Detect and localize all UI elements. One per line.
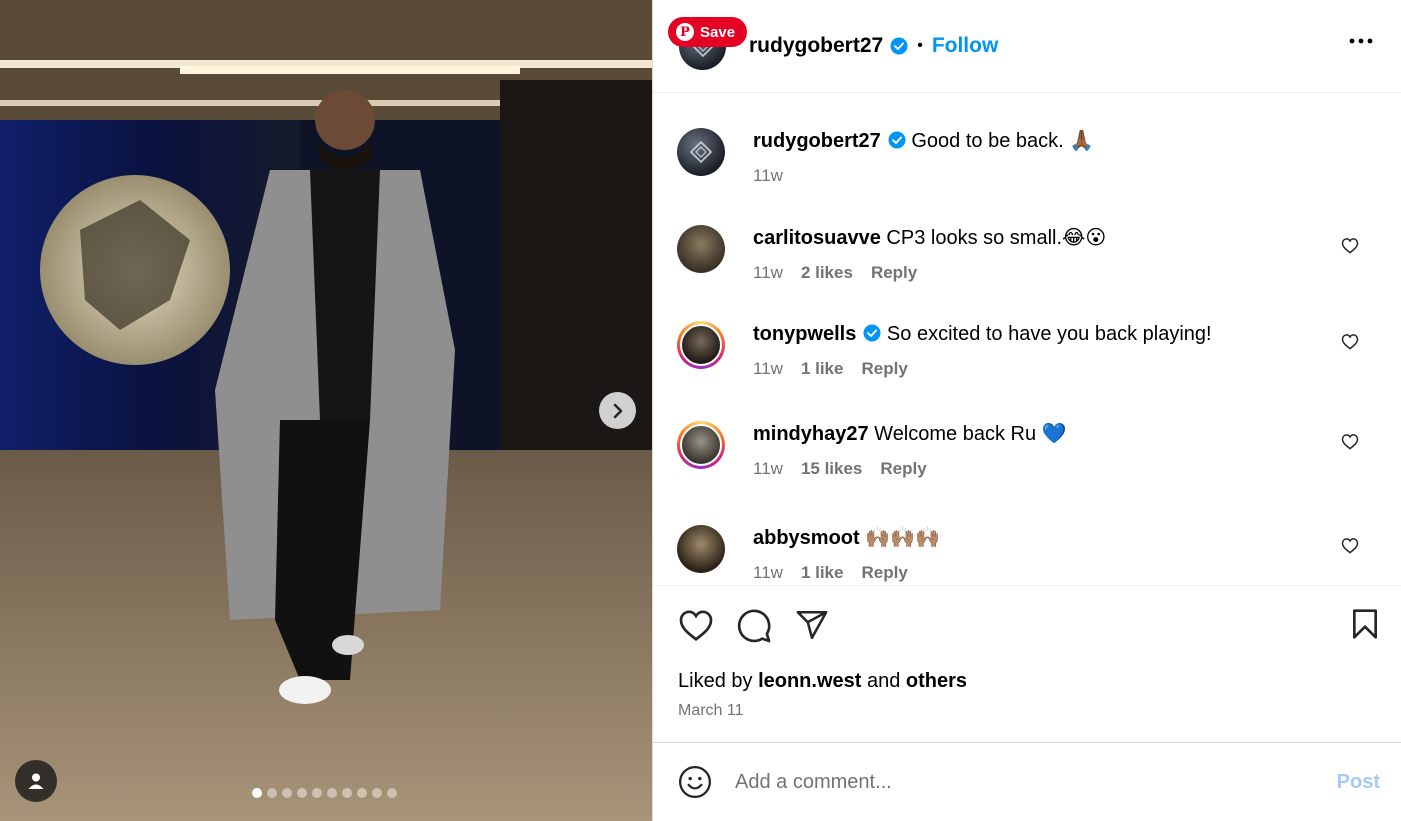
- user-icon: [28, 773, 44, 789]
- carousel-indicator: [252, 788, 397, 798]
- pinterest-icon: P: [676, 23, 694, 41]
- comments-list[interactable]: rudygobert27 Good to be back. 🙏🏾 11w car…: [653, 93, 1401, 585]
- reply-button[interactable]: Reply: [871, 263, 917, 283]
- comment-text: Welcome back Ru 💙: [874, 423, 1067, 445]
- comment-item: carlitosuavve CP3 looks so small.😂😮 11w …: [677, 225, 1377, 283]
- comment-likes[interactable]: 1 like: [801, 563, 844, 583]
- comment-likes[interactable]: 1 like: [801, 359, 844, 379]
- carousel-dot: [267, 788, 277, 798]
- carousel-dot: [342, 788, 352, 798]
- separator-dot: •: [917, 37, 923, 54]
- pinterest-save-button[interactable]: P Save: [668, 17, 748, 47]
- comment-likes[interactable]: 2 likes: [801, 263, 853, 283]
- comment-username[interactable]: abbysmoot: [753, 527, 860, 549]
- caption-text: Good to be back. 🙏🏾: [911, 130, 1095, 152]
- carousel-dot: [357, 788, 367, 798]
- comment-item: abbysmoot 🙌🏽🙌🏽🙌🏽 11w 1 like Reply: [677, 525, 1377, 583]
- chevron-right-icon: [613, 403, 622, 418]
- reply-button[interactable]: Reply: [861, 359, 907, 379]
- commenter-avatar[interactable]: [677, 421, 725, 469]
- comment-text: CP3 looks so small.😂😮: [886, 227, 1107, 249]
- comment-username[interactable]: tonypwells: [753, 323, 856, 345]
- heart-icon[interactable]: [1341, 537, 1359, 554]
- comment-input[interactable]: Add a comment...: [735, 771, 1337, 794]
- commenter-avatar[interactable]: [677, 321, 725, 369]
- carousel-dot: [252, 788, 262, 798]
- post-comment-button[interactable]: Post: [1337, 771, 1380, 794]
- verified-icon: [890, 37, 908, 55]
- heart-icon[interactable]: [1341, 237, 1359, 254]
- carousel-dot: [387, 788, 397, 798]
- author-username[interactable]: rudygobert27: [749, 34, 883, 58]
- heart-icon[interactable]: [678, 608, 714, 642]
- commenter-avatar[interactable]: [677, 225, 725, 273]
- instagram-post-modal: P Save rudygobert27 • Follow rudygobert2…: [0, 0, 1401, 821]
- caption: rudygobert27 Good to be back. 🙏🏾 11w: [677, 128, 1377, 186]
- bookmark-icon[interactable]: [1350, 608, 1380, 640]
- carousel-next-button[interactable]: [599, 392, 636, 429]
- comment-time: 11w: [753, 563, 783, 582]
- post-actions: Liked by leonn.west and others March 11: [653, 585, 1401, 742]
- liked-by: Liked by leonn.west and others: [678, 670, 967, 693]
- liked-by-and: and: [866, 670, 901, 692]
- carousel-dot: [282, 788, 292, 798]
- liked-by-others[interactable]: others: [906, 670, 967, 692]
- comment-time: 11w: [753, 263, 783, 282]
- comment-item: mindyhay27 Welcome back Ru 💙 11w 15 like…: [677, 421, 1377, 479]
- diamond-logo-icon: [690, 141, 712, 163]
- comment-username[interactable]: mindyhay27: [753, 423, 869, 445]
- carousel-dot: [297, 788, 307, 798]
- carousel-dot: [312, 788, 322, 798]
- comment-text: So excited to have you back playing!: [886, 323, 1212, 345]
- comment-time: 11w: [753, 459, 783, 478]
- carousel-dot: [327, 788, 337, 798]
- verified-icon: [888, 131, 906, 149]
- commenter-avatar[interactable]: [677, 525, 725, 573]
- comment-item: tonypwells So excited to have you back p…: [677, 321, 1377, 379]
- post-side-panel: rudygobert27 • Follow rudygobert27 Good …: [652, 0, 1401, 821]
- comment-time: 11w: [753, 359, 783, 378]
- caption-avatar[interactable]: [677, 128, 725, 176]
- reply-button[interactable]: Reply: [880, 459, 926, 479]
- emoji-icon[interactable]: [678, 765, 712, 799]
- liked-by-prefix: Liked by: [678, 670, 753, 692]
- caption-username[interactable]: rudygobert27: [753, 130, 881, 152]
- reply-button[interactable]: Reply: [861, 563, 907, 583]
- comment-text: 🙌🏽🙌🏽🙌🏽: [865, 527, 940, 549]
- post-header: rudygobert27 • Follow: [653, 0, 1401, 93]
- more-icon[interactable]: [1349, 38, 1373, 44]
- caption-time: 11w: [753, 166, 783, 185]
- heart-icon[interactable]: [1341, 333, 1359, 350]
- verified-icon: [863, 324, 881, 342]
- heart-icon[interactable]: [1341, 433, 1359, 450]
- comment-icon[interactable]: [736, 608, 772, 644]
- comment-username[interactable]: carlitosuavve: [753, 227, 881, 249]
- post-photo: [0, 0, 652, 821]
- post-date: March 11: [678, 702, 744, 719]
- tagged-users-button[interactable]: [15, 760, 57, 802]
- post-media[interactable]: [0, 0, 652, 821]
- add-comment-bar: Add a comment... Post: [653, 742, 1401, 821]
- comment-likes[interactable]: 15 likes: [801, 459, 862, 479]
- follow-button[interactable]: Follow: [932, 34, 999, 58]
- save-label: Save: [700, 23, 736, 41]
- liked-by-user[interactable]: leonn.west: [758, 670, 861, 692]
- share-icon[interactable]: [794, 608, 830, 642]
- carousel-dot: [372, 788, 382, 798]
